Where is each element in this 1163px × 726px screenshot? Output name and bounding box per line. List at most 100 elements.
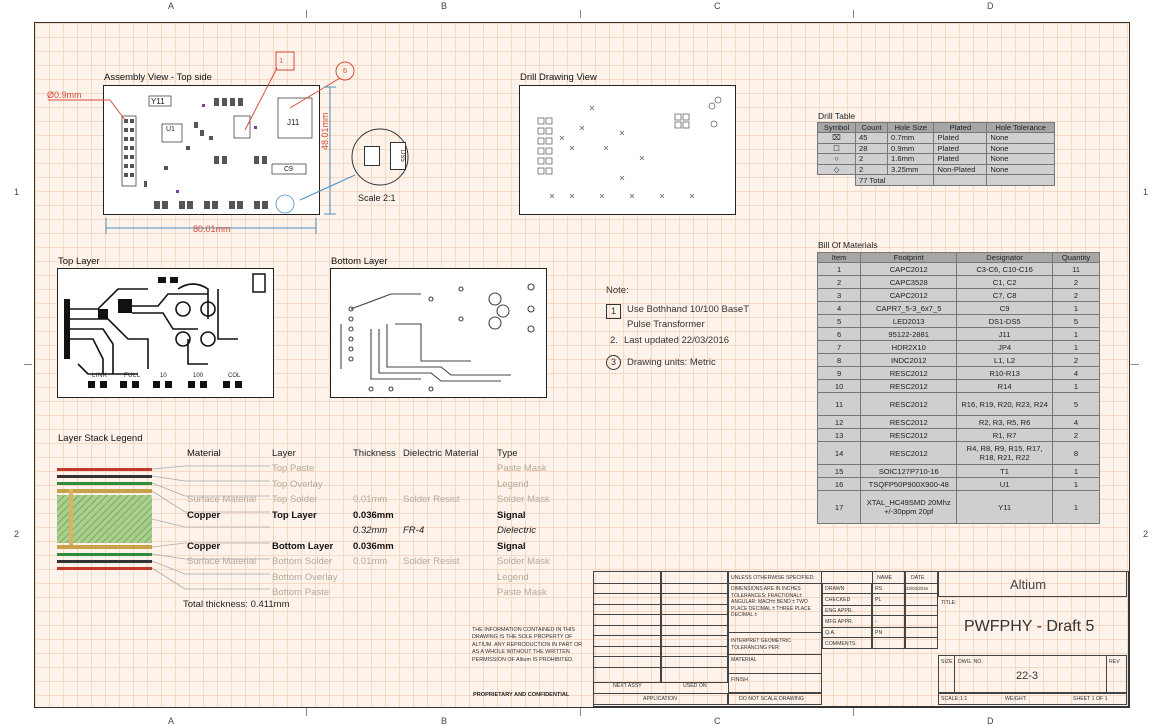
zone-letter-c: C <box>714 1 721 11</box>
tb-dwg-no-label: DWG. NO. <box>958 659 983 665</box>
table-row: 2 CAPC3528 C1, C2 2 <box>816 275 1100 289</box>
tb-mfg-name: - <box>875 619 877 625</box>
stack-type: Paste Mask <box>497 463 547 474</box>
drawing-number: 22-3 <box>1016 670 1039 682</box>
zone-number-1-right: 1 <box>1143 187 1149 197</box>
tb-date-header: DATE <box>911 575 925 581</box>
tb-weight-label: WEIGHT: <box>1005 696 1027 702</box>
tb-size-label: SIZE <box>941 659 953 665</box>
detail-part-left <box>364 146 380 166</box>
tb-title-label: TITLE: <box>941 600 957 606</box>
zone-letter-c-bottom: C <box>714 716 721 726</box>
zone-letter-d: D <box>987 1 994 11</box>
stack-type: Legend <box>497 571 529 583</box>
tb-grid-row <box>593 625 728 636</box>
table-row: 15 SOIC127P710-16 T1 1 <box>816 464 1100 478</box>
drill-drawing-art <box>537 96 722 199</box>
table-row: 16 TSQFP50P900X900-48 U1 1 <box>816 477 1100 491</box>
table-row: 11 RESC2012 R16, R19, R20, R23, R24 5 <box>816 392 1100 416</box>
tb-name-header: NAME <box>877 575 892 581</box>
table-row: ☐ 28 0.9mm Plated None <box>817 142 1055 155</box>
table-row: 13 RESC2012 R1, R7 2 <box>816 428 1100 442</box>
tb-material: MATERIAL <box>731 657 757 663</box>
detail-label-ds5: DS5 <box>390 142 406 170</box>
drill-header-hole-size: Hole Size <box>887 122 935 133</box>
drill-header-tolerance: Hole Tolerance <box>986 122 1055 133</box>
tb-scale: 1:1 <box>960 696 968 702</box>
tb-unless: UNLESS OTHERWISE SPECIFIED: <box>731 575 815 581</box>
stack-header-thickness: Thickness <box>353 448 396 459</box>
stack-layer: Top Solder <box>272 494 318 505</box>
bottom-layer-art <box>340 283 535 392</box>
tb-grid-row <box>593 583 728 594</box>
tb-comments: COMMENTS: <box>825 641 857 647</box>
tb-eng-appr: ENG APPR. <box>825 608 853 614</box>
tb-qa: Q.A. <box>825 630 836 636</box>
stack-layer: Bottom Layer <box>272 540 334 552</box>
zone-number-1: 1 <box>14 187 20 197</box>
table-row: ○ 2 1.6mm Plated None <box>817 153 1055 165</box>
assembly-dimensions <box>48 51 409 234</box>
zone-divider <box>306 708 307 716</box>
table-row: 6 95122-2881 J11 1 <box>816 327 1100 341</box>
stack-layer: Bottom Solder <box>272 556 333 567</box>
tb-interpret: INTERPRET GEOMETRIC TOLERANCING PER: <box>731 638 791 651</box>
tb-grid-row <box>593 646 728 657</box>
led-label-link: LINK <box>92 373 108 379</box>
drill-header-plated: Plated <box>933 122 988 133</box>
stack-type: Solder Mask <box>497 494 550 505</box>
bottom-layer-board <box>330 268 547 398</box>
tb-used-on: USED ON <box>683 683 707 689</box>
hole-diameter-dimension: Ø0.9mm <box>47 90 82 100</box>
stack-layer: Top Layer <box>272 509 317 521</box>
tb-scale-label: SCALE: <box>941 696 960 702</box>
tb-checked-name: PL <box>875 597 882 603</box>
led-label-10: 10 <box>160 373 167 379</box>
tb-disclaimer: THE INFORMATION CONTAINED IN THIS DRAWIN… <box>472 627 583 663</box>
zone-letter-b: B <box>441 1 448 11</box>
stack-type: Legend <box>497 478 529 490</box>
table-row: ◇ 2 3.25mm Non-Plated None <box>817 163 1055 176</box>
bom-header-footprint: Footprint <box>860 252 958 263</box>
drill-drawing-title: Drill Drawing View <box>520 72 597 83</box>
layer-stack-title: Layer Stack Legend <box>58 433 143 444</box>
table-row: 10 RESC2012 R14 1 <box>816 379 1100 393</box>
stack-dielectric: FR-4 <box>403 525 425 536</box>
tb-do-not-scale: DO NOT SCALE DRAWING <box>739 696 804 702</box>
drill-table-title: Drill Table <box>818 111 856 121</box>
stack-header-layer: Layer <box>272 448 296 459</box>
bom-header-quantity: Quantity <box>1052 252 1100 263</box>
stack-dielectric: Solder Resist <box>403 556 460 567</box>
note-item-3: 3 Drawing units: Metric <box>606 355 716 370</box>
bom-table: Item Footprint Designator Quantity 1 CAPC… <box>816 252 1100 524</box>
stack-type: Signal <box>497 509 526 521</box>
tb-drawn-name: RS <box>875 586 883 592</box>
led-label-col: COL <box>228 373 241 379</box>
table-row: 77 Total <box>817 174 1055 186</box>
tb-dimensions: DIMENSIONS ARE IN INCHES TOLERANCES: FRA… <box>731 586 811 619</box>
tb-grid-row <box>593 667 728 683</box>
bom-title: Bill Of Materials <box>818 240 878 250</box>
stack-header-material: Material <box>187 448 221 459</box>
stack-type: Dielectric <box>497 525 537 536</box>
stack-type: Solder Mask <box>497 556 550 567</box>
stack-material: Copper <box>187 509 221 521</box>
tb-grid-row <box>593 604 728 615</box>
total-thickness: Total thickness: 0.411mm <box>183 599 290 610</box>
tb-qa-name: PN <box>875 630 883 636</box>
zone-divider <box>580 10 581 18</box>
table-row: 17 XTAL_HC49SMD 20Mhz +/-30ppm 20pf Y11 1 <box>816 490 1100 524</box>
tb-drawn: DRAWN <box>825 586 845 592</box>
table-row: 8 INDC2012 L1, L2 2 <box>816 353 1100 367</box>
note-item-2: 2. Last updated 22/03/2016 <box>610 335 730 346</box>
zone-divider <box>580 708 581 716</box>
drill-table: Symbol Count Hole Size Plated Hole Toler… <box>817 122 1055 186</box>
tb-finish: FINISH <box>731 677 749 683</box>
zone-letter-b-bottom: B <box>441 716 448 726</box>
layer-stack-diagram <box>57 465 270 590</box>
stack-dielectric: Solder Resist <box>403 494 460 505</box>
stack-layer: Top Paste <box>272 463 315 474</box>
tb-drawn-date: 22/03/2016 <box>906 586 928 591</box>
drill-header-count: Count <box>854 122 889 133</box>
stack-layer: Bottom Overlay <box>272 571 338 583</box>
